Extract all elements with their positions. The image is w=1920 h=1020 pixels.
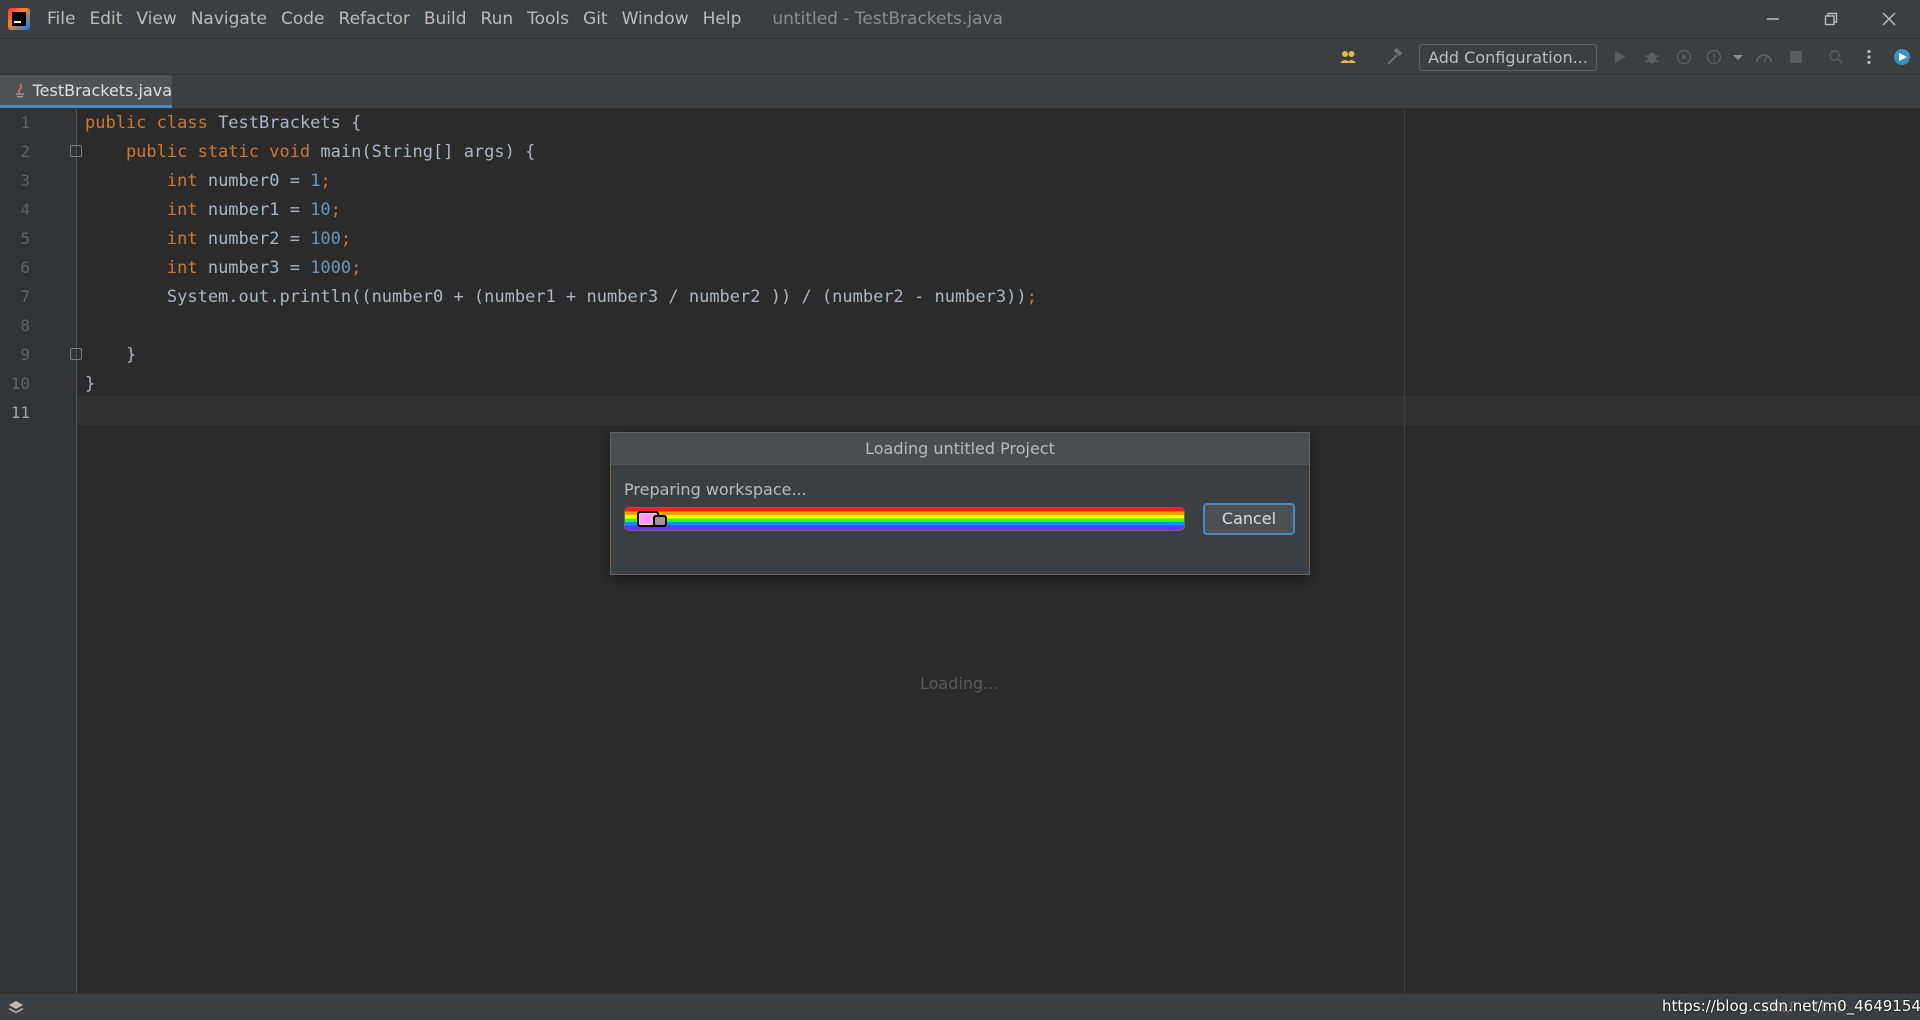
dialog-status-text: Preparing workspace...	[624, 480, 807, 499]
status-bar: CRLF UTF-8	[0, 993, 1920, 1020]
loading-project-dialog: Loading untitled Project Preparing works…	[610, 432, 1310, 575]
code-token: ;	[1026, 287, 1037, 307]
layers-icon[interactable]	[8, 1000, 24, 1020]
code-token: public class	[85, 113, 208, 133]
code-line[interactable]: public static void main(String[] args) {	[85, 138, 535, 167]
menu-edit[interactable]: Edit	[82, 0, 129, 38]
code-token: }	[85, 345, 137, 365]
background-loading-text: Loading...	[920, 674, 999, 693]
intellij-logo-icon[interactable]	[8, 8, 30, 30]
menu-window[interactable]: Window	[615, 0, 696, 38]
code-token: int	[85, 229, 198, 249]
line-number: 5	[20, 229, 30, 248]
code-token: System.out.println((number0 + (number1 +…	[85, 287, 1027, 307]
line-number: 4	[20, 200, 30, 219]
line-number: 10	[10, 374, 30, 393]
collaboration-icon[interactable]	[1338, 47, 1358, 67]
line-number: 1	[20, 113, 30, 132]
line-number: 3	[20, 171, 30, 190]
line-number-gutter: 1 2 3 4 5 6 7 8 9 10 11	[0, 109, 82, 993]
code-token: 10	[310, 200, 331, 220]
fold-marker-icon[interactable]	[70, 348, 82, 360]
line-number: 9	[20, 345, 30, 364]
title-bar: File Edit View Navigate Code Refactor Bu…	[0, 0, 1920, 38]
debug-icon[interactable]	[1642, 47, 1662, 67]
menu-help[interactable]: Help	[696, 0, 749, 38]
menu-navigate[interactable]: Navigate	[184, 0, 274, 38]
menu-build[interactable]: Build	[417, 0, 474, 38]
menu-file[interactable]: File	[40, 0, 82, 38]
fold-marker-icon[interactable]	[70, 145, 82, 157]
code-token: TestBrackets {	[207, 113, 362, 133]
watermark-text: https://blog.csdn.net/m0_46491549	[1662, 997, 1920, 1015]
window-title: untitled - TestBrackets.java	[772, 9, 1004, 29]
code-token: number3 =	[197, 258, 311, 278]
add-configuration-button[interactable]: Add Configuration...	[1419, 44, 1597, 71]
code-token: number2 =	[197, 229, 311, 249]
current-line-highlight	[0, 396, 1920, 425]
progress-fill	[625, 508, 1184, 530]
code-token: int	[85, 258, 198, 278]
code-token: number1 =	[197, 200, 311, 220]
code-token: ;	[320, 171, 331, 191]
coverage-icon[interactable]	[1674, 47, 1694, 67]
code-token: number0 =	[197, 171, 311, 191]
code-token: int	[85, 171, 198, 191]
close-button[interactable]	[1860, 0, 1918, 38]
build-hammer-icon[interactable]	[1384, 47, 1404, 67]
code-line[interactable]: }	[85, 341, 136, 370]
tab-label: TestBrackets.java	[32, 80, 172, 100]
code-token: 1	[310, 171, 321, 191]
dialog-title: Loading untitled Project	[611, 433, 1309, 465]
menu-view[interactable]: View	[129, 0, 183, 38]
tab-testbrackets[interactable]: TestBrackets.java	[0, 75, 172, 108]
code-token: ;	[330, 200, 341, 220]
menu-run[interactable]: Run	[474, 0, 521, 38]
profile-icon[interactable]	[1704, 47, 1724, 67]
code-token: 1000	[310, 258, 352, 278]
plugin-icon[interactable]	[1892, 47, 1912, 67]
stop-icon[interactable]	[1786, 47, 1806, 67]
line-number: 2	[20, 142, 30, 161]
code-token: public static void	[85, 142, 311, 162]
restore-icon	[1824, 12, 1838, 26]
code-line[interactable]: int number0 = 1;	[85, 167, 331, 196]
line-number-current: 11	[10, 403, 30, 422]
code-token: ;	[340, 229, 352, 249]
editor-tab-bar: TestBrackets.java	[0, 75, 1920, 109]
cancel-button[interactable]: Cancel	[1203, 503, 1295, 535]
nyan-cat-icon	[633, 509, 667, 529]
close-icon	[1882, 12, 1896, 26]
code-line[interactable]: int number2 = 100;	[85, 225, 351, 254]
line-number: 7	[20, 287, 30, 306]
code-line[interactable]: int number1 = 10;	[85, 196, 341, 225]
menu-code[interactable]: Code	[274, 0, 332, 38]
line-number: 8	[20, 316, 30, 335]
code-token: int	[85, 200, 198, 220]
code-line[interactable]: }	[85, 370, 95, 399]
line-number: 6	[20, 258, 30, 277]
code-token: }	[85, 374, 96, 394]
code-line[interactable]: System.out.println((number0 + (number1 +…	[85, 283, 1037, 312]
search-icon[interactable]	[1826, 47, 1846, 67]
menu-tools[interactable]: Tools	[520, 0, 576, 38]
code-line[interactable]: public class TestBrackets {	[85, 109, 361, 138]
gauge-icon[interactable]	[1754, 47, 1774, 67]
main-toolbar: Add Configuration...	[0, 38, 1920, 75]
code-token: main(String[] args) {	[310, 142, 536, 162]
more-options-icon[interactable]	[1859, 47, 1879, 67]
run-icon[interactable]	[1610, 47, 1630, 67]
code-token: 100	[310, 229, 341, 249]
code-line[interactable]: int number3 = 1000;	[85, 254, 362, 283]
menu-refactor[interactable]: Refactor	[332, 0, 417, 38]
code-token: ;	[351, 258, 362, 278]
restore-button[interactable]	[1802, 0, 1860, 38]
menu-git[interactable]: Git	[576, 0, 615, 38]
java-file-icon	[16, 83, 24, 98]
right-margin-guide	[1404, 109, 1405, 993]
minimize-button[interactable]	[1744, 0, 1802, 38]
progress-bar	[624, 507, 1185, 531]
more-dropdown-icon[interactable]	[1728, 47, 1748, 67]
minimize-icon	[1767, 18, 1779, 20]
